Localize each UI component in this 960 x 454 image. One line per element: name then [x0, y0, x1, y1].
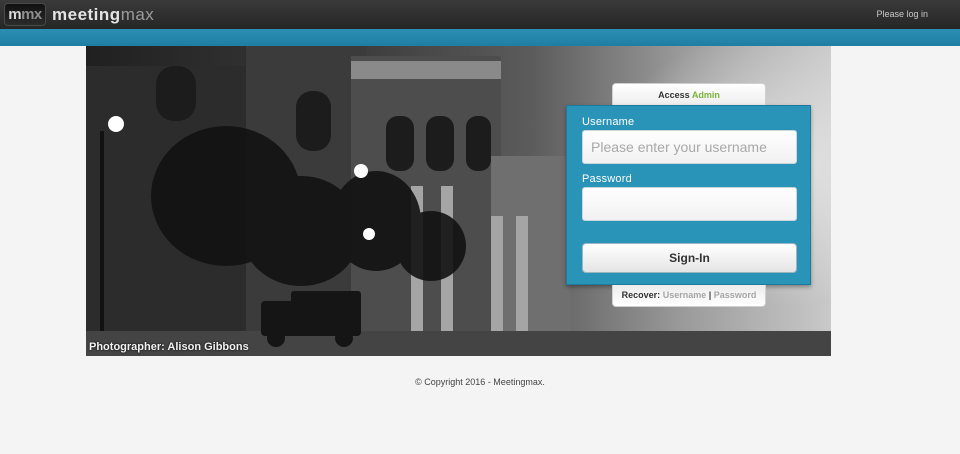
meetingmax-logo[interactable]: m mx meetingmax: [4, 3, 154, 26]
header-accent-stripe: [0, 29, 960, 46]
recover-separator: |: [708, 290, 712, 300]
logo-badge-m: m: [8, 6, 22, 23]
username-label: Username: [582, 116, 635, 128]
top-bar: m mx meetingmax Please log in: [0, 0, 960, 29]
recover-links: Recover: Username | Password: [612, 285, 766, 307]
password-label: Password: [582, 173, 632, 185]
login-status-text: Please log in: [876, 9, 928, 19]
access-role: Admin: [691, 90, 720, 100]
logo-badge-mx: mx: [21, 6, 42, 23]
access-prefix: Access: [658, 90, 690, 100]
recover-label: Recover:: [621, 290, 661, 300]
password-input[interactable]: [582, 187, 797, 221]
photo-credit: Photographer: Alison Gibbons: [89, 341, 249, 353]
logo-word-meeting: meeting: [52, 4, 121, 24]
sign-in-button[interactable]: Sign-In: [582, 243, 797, 273]
footer-copyright: © Copyright 2016 - Meetingmax.: [415, 377, 545, 387]
username-input[interactable]: [582, 130, 797, 164]
recover-username-link[interactable]: Username: [663, 290, 707, 300]
recover-password-link[interactable]: Password: [714, 290, 757, 300]
logo-badge: m mx: [4, 3, 46, 26]
access-admin-tab: Access Admin: [612, 83, 766, 107]
logo-wordmark: meetingmax: [52, 5, 154, 25]
login-form: Username Password Sign-In: [566, 105, 811, 285]
logo-word-max: max: [120, 4, 155, 24]
